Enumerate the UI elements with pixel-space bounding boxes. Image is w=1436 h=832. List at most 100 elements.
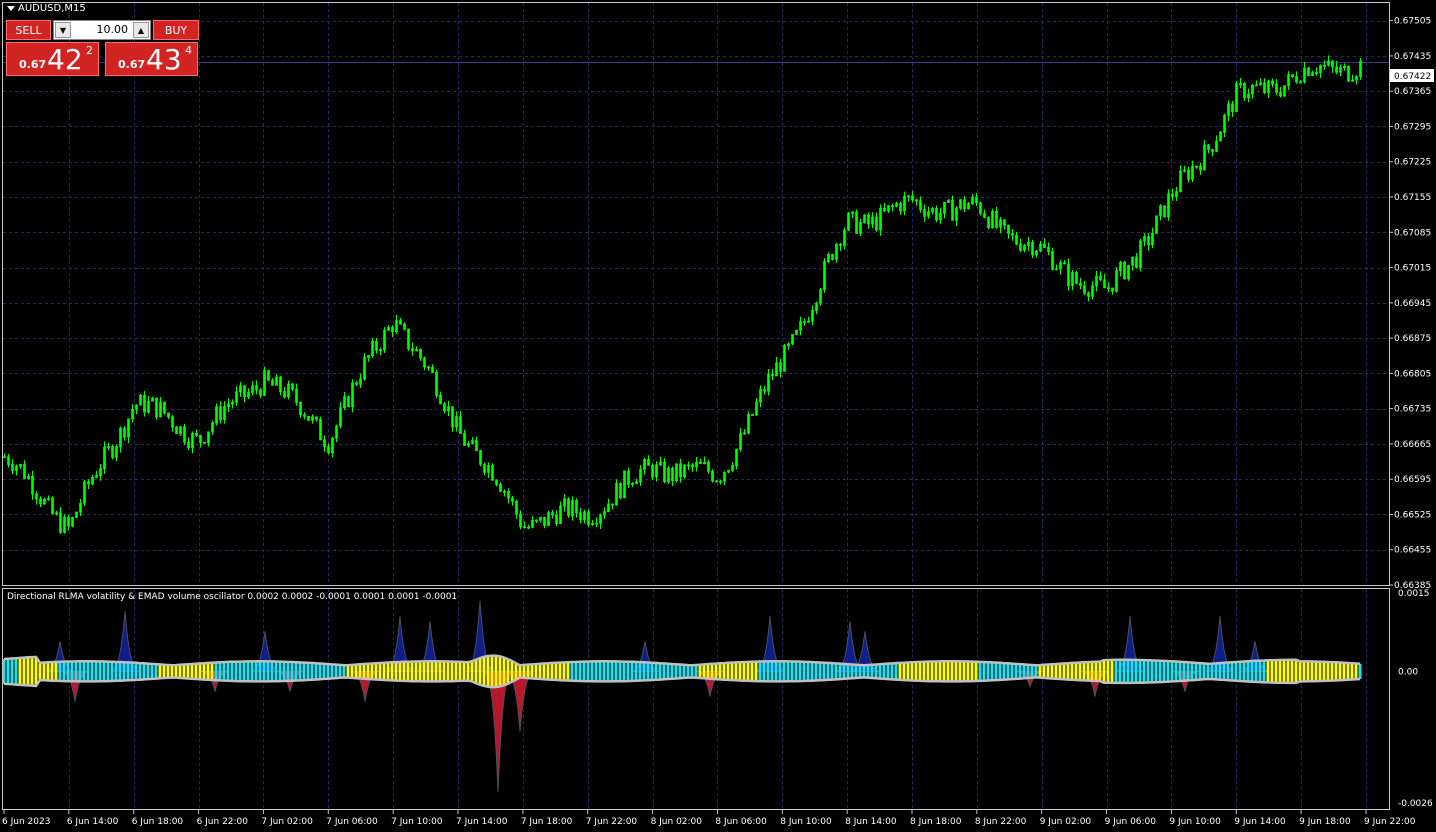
histogram-bar [118,662,122,681]
histogram-bar [62,661,66,682]
histogram-bar [238,661,242,682]
histogram-bar [670,663,674,679]
histogram-bar [706,664,710,679]
histogram-bar [402,661,406,681]
histogram-bar [774,661,778,682]
histogram-bar [450,661,454,682]
histogram-bar [26,657,30,686]
ask-price-button[interactable]: 0.67 43 4 [105,42,198,76]
histogram-bar [1286,659,1290,683]
histogram-bar [502,657,506,686]
histogram-bar [438,661,442,682]
histogram-bar [1222,662,1226,680]
histogram-bar [994,662,998,681]
chart-menu-icon[interactable] [7,6,15,11]
histogram-bar [174,665,178,678]
histogram-bar [478,658,482,685]
histogram-bar [206,662,210,680]
histogram-bar [650,662,654,681]
histogram-bar [986,662,990,681]
histogram-bar [434,661,438,682]
histogram-bar [698,664,702,679]
chart-canvas[interactable]: 0.675050.674350.673650.672950.672250.671… [0,0,1436,832]
histogram-bar [1350,663,1354,680]
bid-price-button[interactable]: 0.67 42 2 [6,42,99,76]
histogram-bar [626,661,630,682]
histogram-bar [526,664,530,679]
histogram-bar [1098,661,1102,682]
histogram-bar [282,661,286,682]
histogram-bar [110,661,114,681]
histogram-bar [74,661,78,682]
histogram-bar [22,657,26,686]
histogram-bar [802,661,806,681]
time-tick-label: 8 Jun 14:00 [845,817,897,827]
lot-decrease-button[interactable]: ▼ [55,22,71,38]
histogram-bar [466,662,470,681]
histogram-bar [398,661,402,681]
lot-size-value[interactable]: 10.00 [74,23,129,36]
histogram-bar [1034,665,1038,678]
lot-increase-button[interactable]: ▲ [133,22,149,38]
histogram-bar [378,662,382,680]
histogram-bar [162,664,166,679]
time-tick-label: 8 Jun 22:00 [975,817,1027,827]
histogram-bar [746,661,750,681]
histogram-bar [346,665,350,678]
histogram-bar [1054,663,1058,679]
histogram-bar [418,661,422,682]
histogram-bar [1250,661,1254,682]
lot-size-field[interactable]: ▼ 10.00 ▲ [53,20,151,40]
histogram-bar [146,663,150,680]
histogram-bar [370,663,374,680]
histogram-bar [742,662,746,681]
histogram-bar [1190,662,1194,681]
histogram-bar [606,661,610,682]
histogram-bar [1282,659,1286,683]
histogram-bar [850,664,854,679]
histogram-bar [934,661,938,682]
histogram-bar [798,661,802,682]
histogram-bar [910,662,914,681]
histogram-bar [982,662,986,681]
histogram-bar [1326,661,1330,681]
histogram-bar [534,664,538,679]
histogram-bar [962,661,966,682]
histogram-bar [1110,659,1114,683]
histogram-bar [1138,659,1142,683]
histogram-bar [970,661,974,682]
histogram-bar [358,664,362,679]
histogram-bar [122,662,126,681]
histogram-bar [918,661,922,681]
histogram-bar [354,664,358,679]
histogram-bar [46,662,50,681]
histogram-bar [1062,663,1066,680]
histogram-bar [1122,659,1126,683]
histogram-bar [242,661,246,682]
histogram-bar [142,663,146,680]
price-tick-label: 0.66665 [1394,440,1431,450]
histogram-bar [1270,660,1274,683]
histogram-bar [662,663,666,680]
histogram-bar [554,662,558,680]
sell-button[interactable]: SELL [6,20,51,40]
histogram-bar [1086,662,1090,681]
histogram-bar [1018,664,1022,679]
histogram-bar [842,663,846,679]
histogram-bar [1254,660,1258,682]
histogram-bar [530,664,534,679]
histogram-bar [1090,661,1094,681]
histogram-bar [646,662,650,681]
time-tick-label: 8 Jun 06:00 [715,817,767,827]
histogram-bar [1046,664,1050,679]
histogram-bar [1294,659,1298,683]
histogram-bar [890,663,894,680]
histogram-bar [50,662,54,681]
histogram-bar [1154,660,1158,683]
current-price-label: 0.67422 [1394,72,1431,82]
buy-button[interactable]: BUY [153,20,199,40]
histogram-bar [250,661,254,682]
histogram-bar [1078,662,1082,681]
histogram-bar [342,665,346,678]
histogram-bar [1134,659,1138,683]
